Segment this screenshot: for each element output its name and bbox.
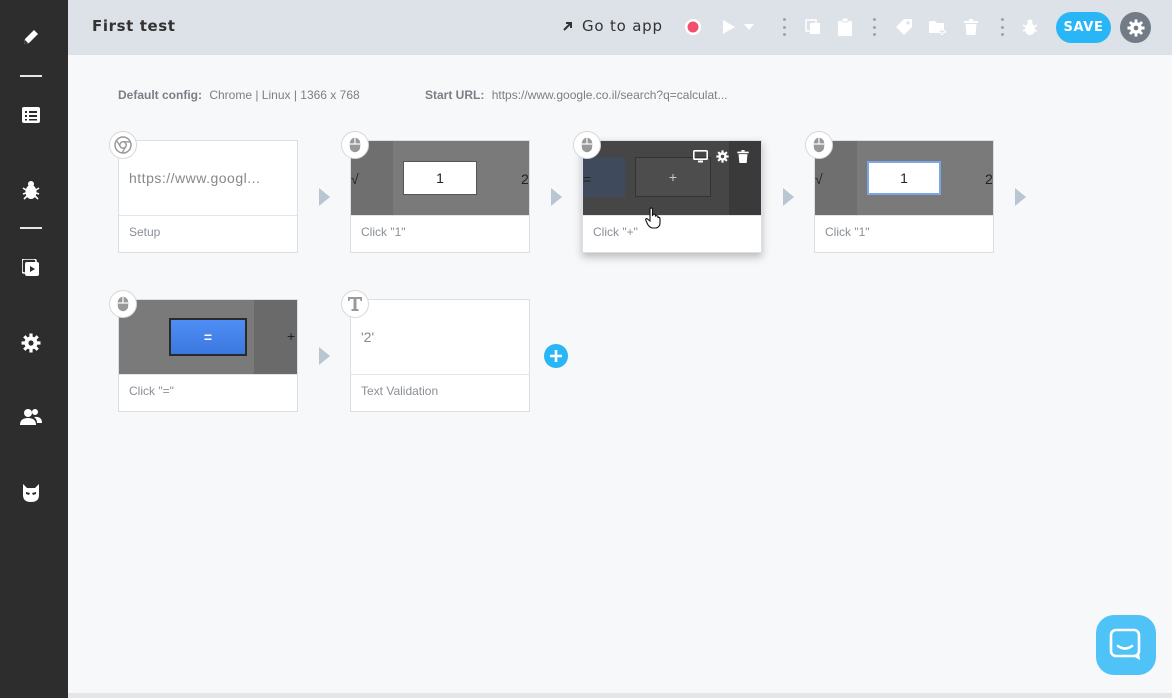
step-thumbnail: √ 1 2 <box>815 141 993 215</box>
record-button[interactable] <box>683 17 703 37</box>
step-label: Click "+" <box>593 225 638 239</box>
step-thumbnail: https://www.googl... <box>119 141 297 215</box>
step-arrow-icon <box>319 188 330 206</box>
mouse-icon <box>341 131 369 159</box>
step-card-click-1[interactable]: √ 1 2 Click "1" <box>814 140 994 253</box>
step-label: Setup <box>129 225 161 239</box>
mouse-icon <box>573 131 601 159</box>
gear-icon[interactable] <box>716 150 729 163</box>
step-arrow-icon <box>319 347 330 365</box>
more-options-icon[interactable] <box>999 18 1005 36</box>
bug-icon[interactable] <box>19 178 43 202</box>
clipboard-icon <box>838 18 852 36</box>
play-options-dropdown[interactable] <box>743 17 755 37</box>
default-config-value[interactable]: Chrome | Linux | 1366 x 768 <box>209 88 359 102</box>
thumb-key: 1 <box>867 161 941 195</box>
trash-icon <box>964 19 978 35</box>
step-label: Click "1" <box>825 225 870 239</box>
thumb-glyph: √ <box>351 171 359 187</box>
step-hover-actions <box>693 150 749 163</box>
step-label: Text Validation <box>361 384 439 398</box>
start-url: Start URL: https://www.google.co.il/sear… <box>425 88 727 102</box>
thumb-glyph: 2 <box>985 171 993 187</box>
add-step-button[interactable] <box>544 344 568 368</box>
step-card-setup[interactable]: https://www.googl... Setup <box>118 140 298 253</box>
start-url-value[interactable]: https://www.google.co.il/search?q=calcul… <box>492 88 728 102</box>
play-icon <box>723 20 735 34</box>
chat-icon <box>1109 628 1141 660</box>
settings-button[interactable] <box>1120 12 1151 43</box>
bottom-edge <box>68 693 1172 698</box>
mask-icon[interactable] <box>19 481 43 505</box>
paste-button[interactable] <box>835 17 855 37</box>
add-folder-button[interactable] <box>928 17 948 37</box>
play-button[interactable] <box>719 17 739 37</box>
thumb-glyph: = <box>583 171 592 187</box>
more-options-icon[interactable] <box>871 18 877 36</box>
start-url-label: Start URL: <box>425 88 485 102</box>
step-arrow-icon <box>783 188 794 206</box>
bug-icon <box>1022 19 1038 35</box>
gear-icon[interactable] <box>19 331 43 355</box>
step-arrow-icon <box>1015 188 1026 206</box>
step-card-click-1[interactable]: √ 1 2 Click "1" <box>350 140 530 253</box>
hand-cursor-icon <box>645 207 661 229</box>
sidebar-divider <box>20 227 42 229</box>
mouse-icon <box>805 131 833 159</box>
step-arrow-icon <box>551 188 562 206</box>
pencil-icon[interactable] <box>19 25 43 49</box>
trash-icon[interactable] <box>737 150 749 163</box>
text-t-icon <box>341 290 369 318</box>
record-icon <box>685 19 701 35</box>
video-play-icon[interactable] <box>19 256 43 280</box>
folder-plus-icon <box>929 21 946 35</box>
step-thumbnail: √ 1 2 <box>351 141 529 215</box>
list-icon[interactable] <box>19 103 43 127</box>
step-label: Click "=" <box>129 384 174 398</box>
step-thumbnail: = + <box>119 300 297 374</box>
step-card-text-validation[interactable]: '2' Text Validation <box>350 299 530 412</box>
step-card-click-equals[interactable]: = + Click "=" <box>118 299 298 412</box>
thumb-glyph: + <box>287 328 296 344</box>
tag-button[interactable] <box>894 17 914 37</box>
copy-icon <box>805 19 820 34</box>
thumb-glyph: √ <box>815 171 823 187</box>
monitor-icon[interactable] <box>693 150 708 163</box>
go-to-app-label: Go to app <box>582 17 663 35</box>
thumb-glyph: 2 <box>521 171 529 187</box>
chevron-down-icon <box>744 24 754 30</box>
arrow-up-right-icon <box>563 22 572 31</box>
save-button[interactable]: SAVE <box>1056 12 1111 43</box>
top-bar: First test Go to app SAVE <box>68 0 1172 55</box>
thumb-key: 1 <box>403 161 477 195</box>
sidebar <box>0 0 68 698</box>
chat-support-button[interactable] <box>1096 615 1156 675</box>
debug-button[interactable] <box>1020 17 1040 37</box>
gear-icon <box>1126 18 1145 37</box>
thumb-key: = <box>169 318 247 356</box>
validation-value-text: '2' <box>361 329 375 345</box>
copy-button[interactable] <box>803 17 823 37</box>
step-thumbnail: '2' <box>351 300 529 374</box>
chrome-icon <box>109 131 137 159</box>
users-icon[interactable] <box>19 405 43 429</box>
step-card-click-plus[interactable]: = + Click "+" <box>582 140 762 253</box>
plus-icon <box>550 350 562 362</box>
sidebar-divider <box>20 75 42 77</box>
default-config-label: Default config: <box>118 88 202 102</box>
more-options-icon[interactable] <box>781 18 787 36</box>
page-title: First test <box>92 17 176 35</box>
step-label: Click "1" <box>361 225 406 239</box>
setup-url-text: https://www.googl... <box>129 170 261 186</box>
thumb-key: + <box>635 157 711 197</box>
delete-button[interactable] <box>961 17 981 37</box>
go-to-app-button[interactable]: Go to app <box>562 17 663 35</box>
default-config: Default config: Chrome | Linux | 1366 x … <box>118 88 360 102</box>
tag-icon <box>896 19 912 35</box>
mouse-icon <box>109 290 137 318</box>
